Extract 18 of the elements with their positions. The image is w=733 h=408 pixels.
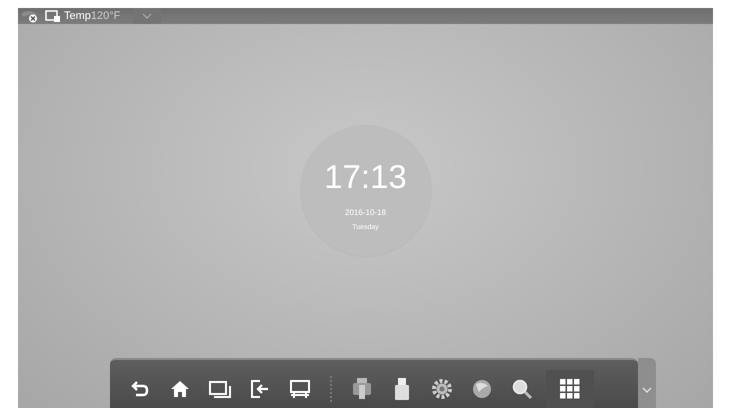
windows-icon [209, 380, 231, 398]
clock-time: 17:13 [324, 158, 407, 196]
temperature-label: Temp [64, 10, 91, 22]
apps-button[interactable] [546, 370, 594, 408]
settings-icon [431, 378, 453, 400]
globe-icon [471, 378, 493, 400]
back-arrow-icon [131, 380, 149, 398]
home-icon [170, 380, 190, 398]
device-icon [351, 377, 373, 401]
chevron-down-icon [642, 387, 652, 393]
app-grid-icon [560, 379, 580, 399]
clock-date: 2016-10-18 [345, 208, 386, 217]
whiteboard-icon [289, 379, 311, 399]
input-icon [250, 379, 270, 399]
chevron-down-icon [142, 13, 152, 19]
temperature-value: 120°F [90, 10, 120, 22]
usb-drive-icon [393, 377, 411, 401]
search-icon [511, 378, 533, 400]
